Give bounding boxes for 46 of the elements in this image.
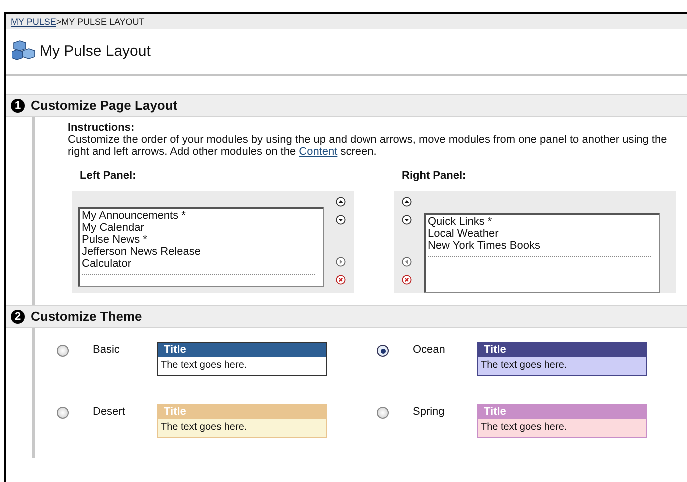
move-left-icon[interactable] [400,256,414,267]
module-item[interactable]: Pulse News * [82,234,321,246]
preview-title: Title [158,343,326,357]
instructions-heading: Instructions: [68,122,136,134]
page-title: My Pulse Layout [40,42,151,60]
content-link[interactable]: Content [299,146,338,158]
cubes-icon [12,40,36,62]
remove-icon[interactable] [334,274,348,285]
theme-name: Basic [93,343,121,356]
step-number-badge: 2 [11,310,25,324]
preview-text: The text goes here. [478,357,646,375]
module-item[interactable]: Calculator [82,258,321,270]
breadcrumb-link[interactable]: MY PULSE [11,16,56,26]
theme-radio[interactable] [57,345,69,357]
move-up-icon[interactable] [334,197,348,208]
section-title: Customize Page Layout [31,98,178,113]
move-down-icon[interactable] [334,215,348,226]
theme-name: Spring [413,405,446,418]
preview-text: The text goes here. [158,419,326,437]
module-item[interactable]: Quick Links * [428,216,657,228]
module-item[interactable]: New York Times Books [428,240,657,252]
move-up-icon[interactable] [400,197,414,208]
preview-title: Title [478,405,646,419]
preview-title: Title [158,405,326,419]
theme-name: Ocean [413,343,446,356]
module-list[interactable]: Quick Links * Local Weather New York Times Books [424,213,660,293]
panel-label: Right Panel: [401,170,468,184]
preview-text: The text goes here. [478,419,646,437]
module-item[interactable]: My Calendar [82,222,321,234]
module-item[interactable]: Jefferson News Release [82,246,321,258]
instructions-text: Customize the order of your modules by using the up and down arrows, move modules from one panel to another using the right and left arrows. Add other modules on the Content screen. [68,134,668,158]
step-number-badge: 1 [11,98,25,112]
theme-radio[interactable] [57,407,69,419]
move-right-icon[interactable] [334,256,348,267]
preview-title: Title [478,343,646,357]
theme-radio[interactable] [377,345,389,357]
remove-icon[interactable] [400,274,414,285]
theme-radio[interactable] [377,407,389,419]
module-list[interactable]: My Announcements * My Calendar Pulse News * Jefferson News Release Calculator [78,207,324,287]
move-down-icon[interactable] [400,215,414,226]
section-title: Customize Theme [31,309,142,324]
breadcrumb-current: >MY PULSE LAYOUT [56,16,145,26]
module-item[interactable]: My Announcements * [82,210,321,222]
theme-name: Desert [93,405,126,418]
panel-label: Left Panel: [79,170,138,184]
module-item[interactable]: Local Weather [428,228,657,240]
